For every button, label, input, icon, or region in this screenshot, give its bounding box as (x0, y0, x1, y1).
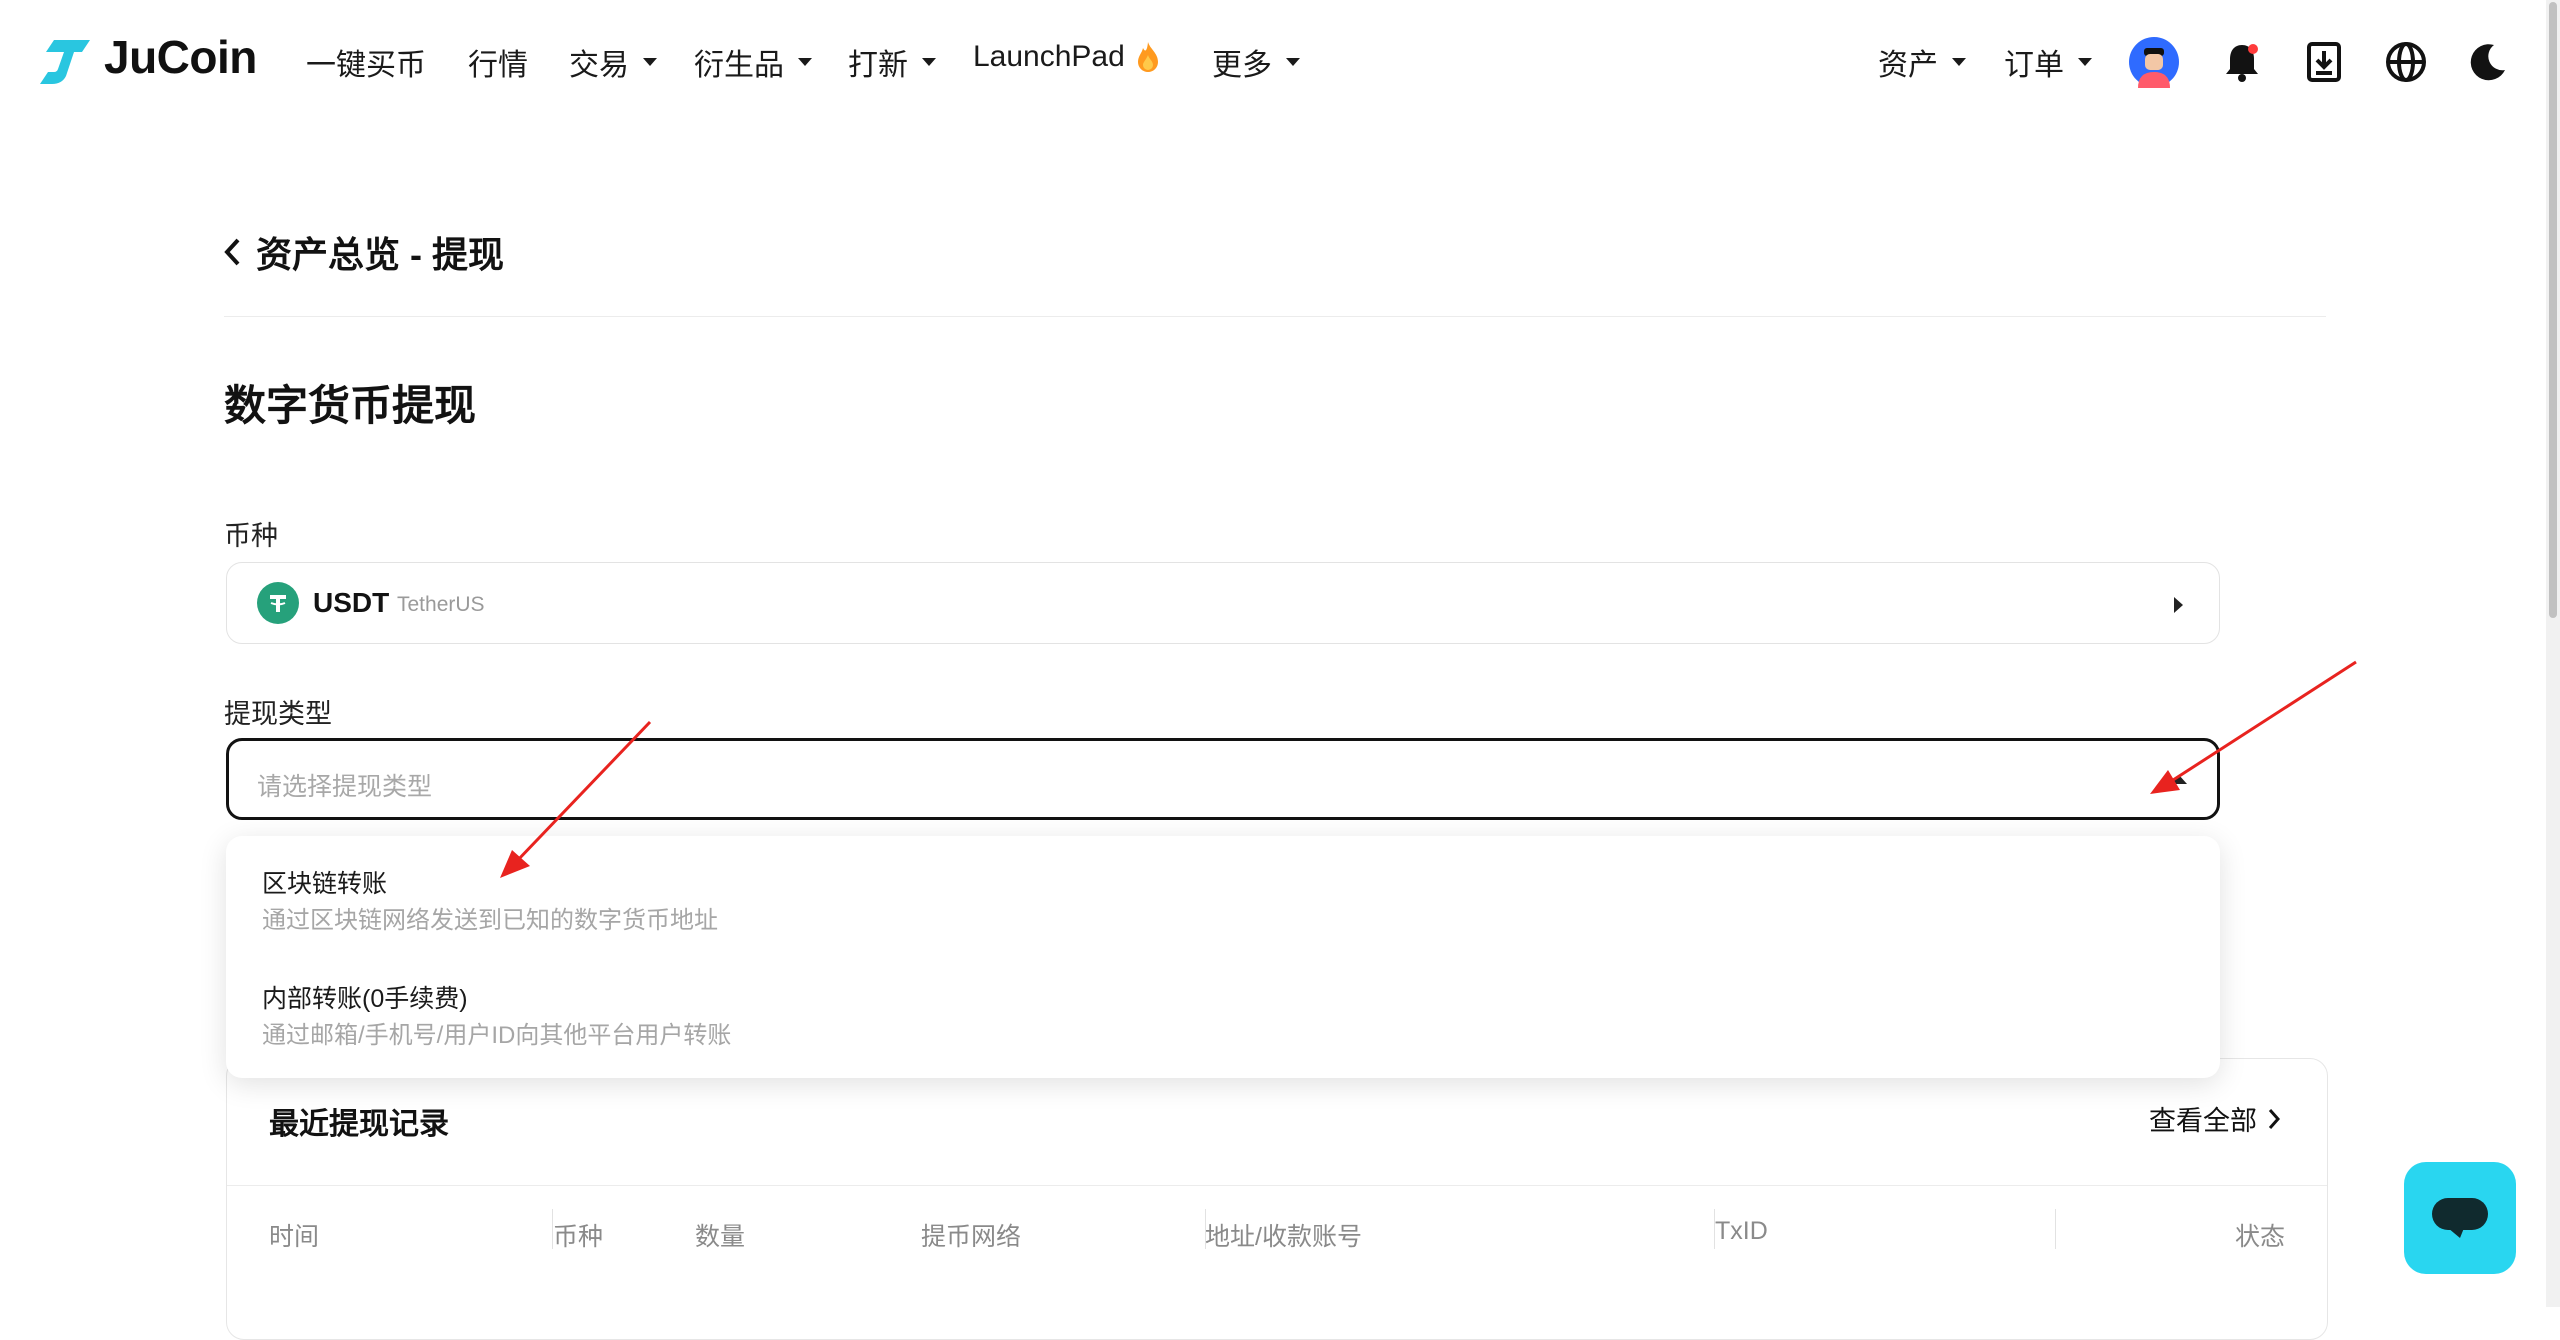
nav-derivatives[interactable]: 衍生品 (694, 40, 812, 84)
recent-withdrawals-card: 最近提现记录 查看全部 时间 币种 数量 提币网络 地址/收款账号 TxID 状… (226, 1058, 2328, 1340)
coin-name: TetherUS (397, 593, 485, 616)
option-title: 区块链转账 (262, 870, 388, 898)
top-nav: JuCoin 一键买币 行情 交易 衍生品 打新 LaunchPad 更多 资产… (0, 0, 2560, 125)
option-title: 内部转账(0手续费) (262, 985, 468, 1013)
col-status: 状态 (2234, 1223, 2285, 1251)
nav-label: 行情 (468, 49, 528, 82)
nav-orders[interactable]: 订单 (2004, 40, 2092, 84)
caret-down-icon (1286, 58, 1300, 66)
col-coin: 币种 (553, 1223, 604, 1251)
scrollbar-thumb[interactable] (2549, 2, 2557, 618)
nav-more[interactable]: 更多 (1212, 40, 1300, 84)
option-desc: 通过区块链网络发送到已知的数字货币地址 (262, 907, 718, 934)
nav-launchpad[interactable]: LaunchPad (973, 40, 1161, 74)
page-title: 数字货币提现 (224, 382, 477, 429)
moon-icon (2470, 44, 2505, 81)
nav-assets[interactable]: 资产 (1878, 40, 1966, 84)
coin-symbol: USDT (313, 587, 390, 618)
header-divider (224, 316, 2326, 317)
globe-icon (2386, 42, 2426, 82)
chat-icon (2432, 1198, 2488, 1238)
nav-buy-crypto[interactable]: 一键买币 (306, 40, 426, 84)
col-separator (2055, 1209, 2056, 1249)
bell-icon (2226, 44, 2258, 82)
coin-label: 币种 (224, 521, 278, 551)
notification-button[interactable] (2214, 34, 2270, 90)
nav-label: 更多 (1212, 49, 1272, 82)
nav-label: 一键买币 (306, 49, 426, 82)
records-title: 最近提现记录 (269, 1108, 449, 1141)
download-icon (2307, 42, 2341, 82)
option-blockchain-transfer[interactable]: 区块链转账 通过区块链网络发送到已知的数字货币地址 (226, 836, 2220, 957)
support-chat-button[interactable] (2404, 1162, 2516, 1274)
nav-label: 打新 (848, 49, 908, 82)
page-scrollbar[interactable] (2546, 0, 2560, 1307)
caret-up-icon (2171, 775, 2187, 784)
col-time: 时间 (269, 1223, 320, 1251)
nav-label: LaunchPad (973, 40, 1125, 73)
caret-down-icon (798, 58, 812, 66)
theme-toggle[interactable] (2460, 34, 2516, 90)
option-internal-transfer[interactable]: 内部转账(0手续费) 通过邮箱/手机号/用户ID向其他平台用户转账 (226, 957, 2220, 1078)
chevron-left-icon (224, 238, 240, 266)
nav-label: 订单 (2004, 49, 2064, 82)
avatar[interactable] (2126, 34, 2182, 90)
col-txid: TxID (1715, 1217, 1768, 1245)
nav-label: 资产 (1878, 49, 1938, 82)
withdraw-type-select[interactable]: 请选择提现类型 (226, 738, 2220, 820)
caret-right-icon (2174, 597, 2183, 613)
col-amount: 数量 (695, 1223, 746, 1251)
download-button[interactable] (2296, 34, 2352, 90)
col-network: 提币网络 (921, 1223, 1022, 1251)
card-divider (227, 1185, 2327, 1186)
caret-down-icon (1952, 58, 1966, 66)
language-button[interactable] (2378, 34, 2434, 90)
withdraw-type-label: 提现类型 (224, 699, 332, 729)
avatar-icon (2129, 37, 2179, 88)
view-all-label: 查看全部 (2149, 1106, 2257, 1136)
usdt-coin-icon (257, 582, 299, 624)
col-address: 地址/收款账号 (1205, 1223, 1362, 1251)
nav-label: 交易 (569, 49, 629, 82)
view-all-link[interactable]: 查看全部 (2149, 1099, 2281, 1138)
withdraw-type-dropdown: 区块链转账 通过区块链网络发送到已知的数字货币地址 内部转账(0手续费) 通过邮… (226, 836, 2220, 1078)
nav-trade[interactable]: 交易 (569, 40, 657, 84)
nav-label: 衍生品 (694, 49, 784, 82)
chevron-right-icon (2268, 1108, 2281, 1129)
coin-select[interactable]: USDT TetherUS (226, 562, 2220, 644)
caret-down-icon (2078, 58, 2092, 66)
withdraw-type-placeholder: 请选择提现类型 (257, 773, 433, 801)
nav-markets[interactable]: 行情 (468, 40, 528, 84)
fire-icon (1137, 42, 1158, 72)
caret-down-icon (643, 58, 657, 66)
back-breadcrumb[interactable]: 资产总览 - 提现 (222, 226, 504, 278)
brand-name[interactable]: JuCoin (104, 30, 257, 84)
jucoin-logo-icon[interactable] (40, 38, 92, 86)
option-desc: 通过邮箱/手机号/用户ID向其他平台用户转账 (262, 1022, 732, 1049)
caret-down-icon (922, 58, 936, 66)
breadcrumb-text: 资产总览 - 提现 (256, 234, 504, 275)
nav-new-listing[interactable]: 打新 (848, 40, 936, 84)
